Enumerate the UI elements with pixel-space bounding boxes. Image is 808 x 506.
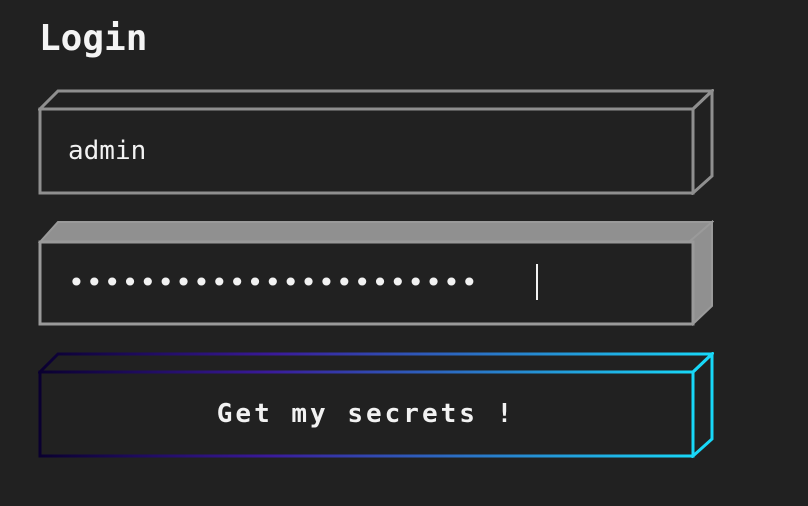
page-title: Login [39,18,148,59]
password-field-container [38,220,714,326]
username-input[interactable] [42,111,690,191]
text-caret [536,264,538,300]
get-secrets-button[interactable]: Get my secrets ! [42,374,690,454]
submit-button-container: Get my secrets ! [38,352,714,458]
password-input[interactable] [42,242,690,322]
username-field-container [38,89,714,195]
